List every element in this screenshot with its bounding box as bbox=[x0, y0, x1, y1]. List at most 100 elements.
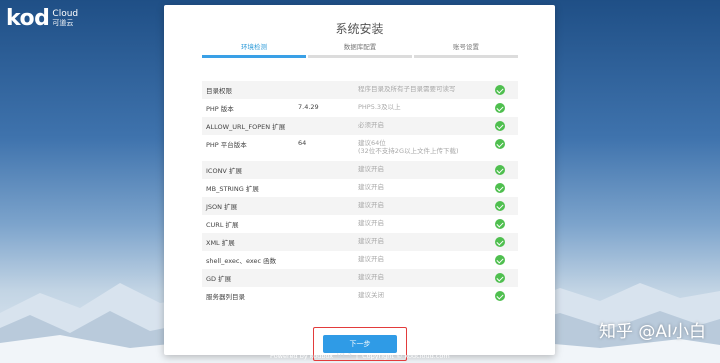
check-ok-icon bbox=[495, 121, 505, 131]
check-status bbox=[482, 201, 518, 211]
check-ok-icon bbox=[495, 103, 505, 113]
check-note-text: 建议开启 bbox=[358, 201, 384, 209]
step-database: 数据库配置 bbox=[308, 41, 412, 58]
check-ok-icon bbox=[495, 201, 505, 211]
check-note: 建议开启 bbox=[358, 219, 482, 227]
check-status bbox=[482, 273, 518, 283]
check-row: 服务器列目录 建议关闭 bbox=[202, 287, 518, 305]
check-value: 64 bbox=[298, 139, 307, 147]
check-status bbox=[482, 165, 518, 175]
check-row: ALLOW_URL_FOPEN 扩展 必须开启 bbox=[202, 117, 518, 135]
powered-by: Powered by kodbox bbox=[270, 352, 334, 360]
check-note-text: 建议开启 bbox=[358, 237, 384, 245]
logo-mark: kod bbox=[6, 6, 50, 31]
check-ok-icon bbox=[495, 273, 505, 283]
check-note: 建议开启 bbox=[358, 183, 482, 191]
check-note: PHP5.3及以上 bbox=[358, 103, 482, 111]
step-label: 数据库配置 bbox=[343, 43, 377, 51]
check-status bbox=[482, 219, 518, 229]
check-row: MB_STRING 扩展 建议开启 bbox=[202, 179, 518, 197]
check-ok-icon bbox=[495, 139, 505, 149]
check-note: 必须开启 bbox=[358, 121, 482, 129]
check-note-text: 建议64位 bbox=[358, 139, 386, 147]
check-note: 建议开启 bbox=[358, 273, 482, 281]
page-title: 系统安装 bbox=[335, 22, 384, 36]
check-note: 建议开启 bbox=[358, 255, 482, 263]
check-note-text: 必须开启 bbox=[358, 121, 384, 129]
check-note: 建议开启 bbox=[358, 201, 482, 209]
check-name: ICONV 扩展 bbox=[206, 167, 242, 175]
check-status bbox=[482, 291, 518, 301]
check-ok-icon bbox=[495, 165, 505, 175]
install-card: 系统安装 环境检测 数据库配置 账号设置 目录权限 程序目录及所有子目录需要可读写… bbox=[164, 5, 555, 361]
check-note-text: 建议开启 bbox=[358, 273, 384, 281]
check-row: PHP 版本 7.4.29 PHP5.3及以上 bbox=[202, 99, 518, 117]
check-status bbox=[482, 121, 518, 131]
check-row: PHP 平台版本 64 建议64位 (32位不支持2G以上文件上传下载) bbox=[202, 135, 518, 161]
logo-sub: Cloud 可道云 bbox=[52, 8, 79, 28]
step-label: 环境检测 bbox=[241, 43, 267, 51]
check-row: XML 扩展 建议开启 bbox=[202, 233, 518, 251]
check-status bbox=[482, 139, 518, 149]
check-note-text: 建议开启 bbox=[358, 183, 384, 191]
step-progress-bar bbox=[308, 55, 412, 58]
copyright[interactable]: Copyright © kodcloud.com bbox=[362, 352, 450, 360]
check-value: 7.4.29 bbox=[298, 103, 319, 111]
version: V1.3 bbox=[337, 352, 352, 360]
check-note: 程序目录及所有子目录需要可读写 bbox=[358, 85, 482, 93]
check-note-text: 建议开启 bbox=[358, 255, 384, 263]
check-name: shell_exec、exec 函数 bbox=[206, 257, 277, 265]
check-name: 服务器列目录 bbox=[206, 293, 245, 301]
check-row: shell_exec、exec 函数 建议开启 bbox=[202, 251, 518, 269]
logo-cn-text: 可道云 bbox=[52, 18, 74, 27]
check-name: PHP 版本 bbox=[206, 105, 234, 113]
check-note-detail: (32位不支持2G以上文件上传下载) bbox=[358, 147, 459, 155]
check-name: XML 扩展 bbox=[206, 239, 235, 247]
check-note: 建议64位 (32位不支持2G以上文件上传下载) bbox=[358, 139, 482, 155]
check-name: JSON 扩展 bbox=[206, 203, 238, 211]
check-note-text: PHP5.3及以上 bbox=[358, 103, 401, 111]
check-note-text: 建议关闭 bbox=[358, 291, 384, 299]
kodcloud-logo: kod Cloud 可道云 bbox=[6, 6, 78, 31]
footer-separator: | bbox=[355, 352, 359, 360]
step-label: 账号设置 bbox=[453, 43, 479, 51]
check-row: CURL 扩展 建议开启 bbox=[202, 215, 518, 233]
check-ok-icon bbox=[495, 237, 505, 247]
check-row: 目录权限 程序目录及所有子目录需要可读写 bbox=[202, 81, 518, 99]
step-progress-bar bbox=[202, 55, 306, 58]
check-name: ALLOW_URL_FOPEN 扩展 bbox=[206, 123, 286, 131]
check-ok-icon bbox=[495, 219, 505, 229]
check-note-text: 程序目录及所有子目录需要可读写 bbox=[358, 85, 456, 93]
check-status bbox=[482, 85, 518, 95]
check-name: CURL 扩展 bbox=[206, 221, 239, 229]
check-note: 建议开启 bbox=[358, 165, 482, 173]
step-progress-bar bbox=[414, 55, 518, 58]
env-check-table: 目录权限 程序目录及所有子目录需要可读写 PHP 版本 7.4.29 PHP5.3及以上… bbox=[202, 81, 518, 305]
check-note-text: 建议开启 bbox=[358, 219, 384, 227]
check-status bbox=[482, 237, 518, 247]
check-row: JSON 扩展 建议开启 bbox=[202, 197, 518, 215]
step-account: 账号设置 bbox=[414, 41, 518, 58]
check-row: GD 扩展 建议开启 bbox=[202, 269, 518, 287]
check-note: 建议关闭 bbox=[358, 291, 482, 299]
check-ok-icon bbox=[495, 255, 505, 265]
check-name: 目录权限 bbox=[206, 87, 232, 95]
check-status bbox=[482, 255, 518, 265]
check-ok-icon bbox=[495, 183, 505, 193]
check-note-text: 建议开启 bbox=[358, 165, 384, 173]
check-name: GD 扩展 bbox=[206, 275, 232, 283]
check-name: MB_STRING 扩展 bbox=[206, 185, 259, 193]
check-ok-icon bbox=[495, 85, 505, 95]
check-status bbox=[482, 103, 518, 113]
check-status bbox=[482, 183, 518, 193]
check-note: 建议开启 bbox=[358, 237, 482, 245]
install-steps: 环境检测 数据库配置 账号设置 bbox=[202, 41, 518, 58]
check-name: PHP 平台版本 bbox=[206, 141, 247, 149]
watermark: 知乎 @AI小白 bbox=[598, 322, 706, 342]
logo-cloud-text: Cloud bbox=[52, 8, 79, 19]
footer: Powered by kodbox V1.3 | Copyright © kod… bbox=[270, 352, 450, 360]
check-ok-icon bbox=[495, 291, 505, 301]
step-env-check: 环境检测 bbox=[202, 41, 306, 58]
check-row: ICONV 扩展 建议开启 bbox=[202, 161, 518, 179]
next-button[interactable]: 下一步 bbox=[323, 335, 397, 353]
